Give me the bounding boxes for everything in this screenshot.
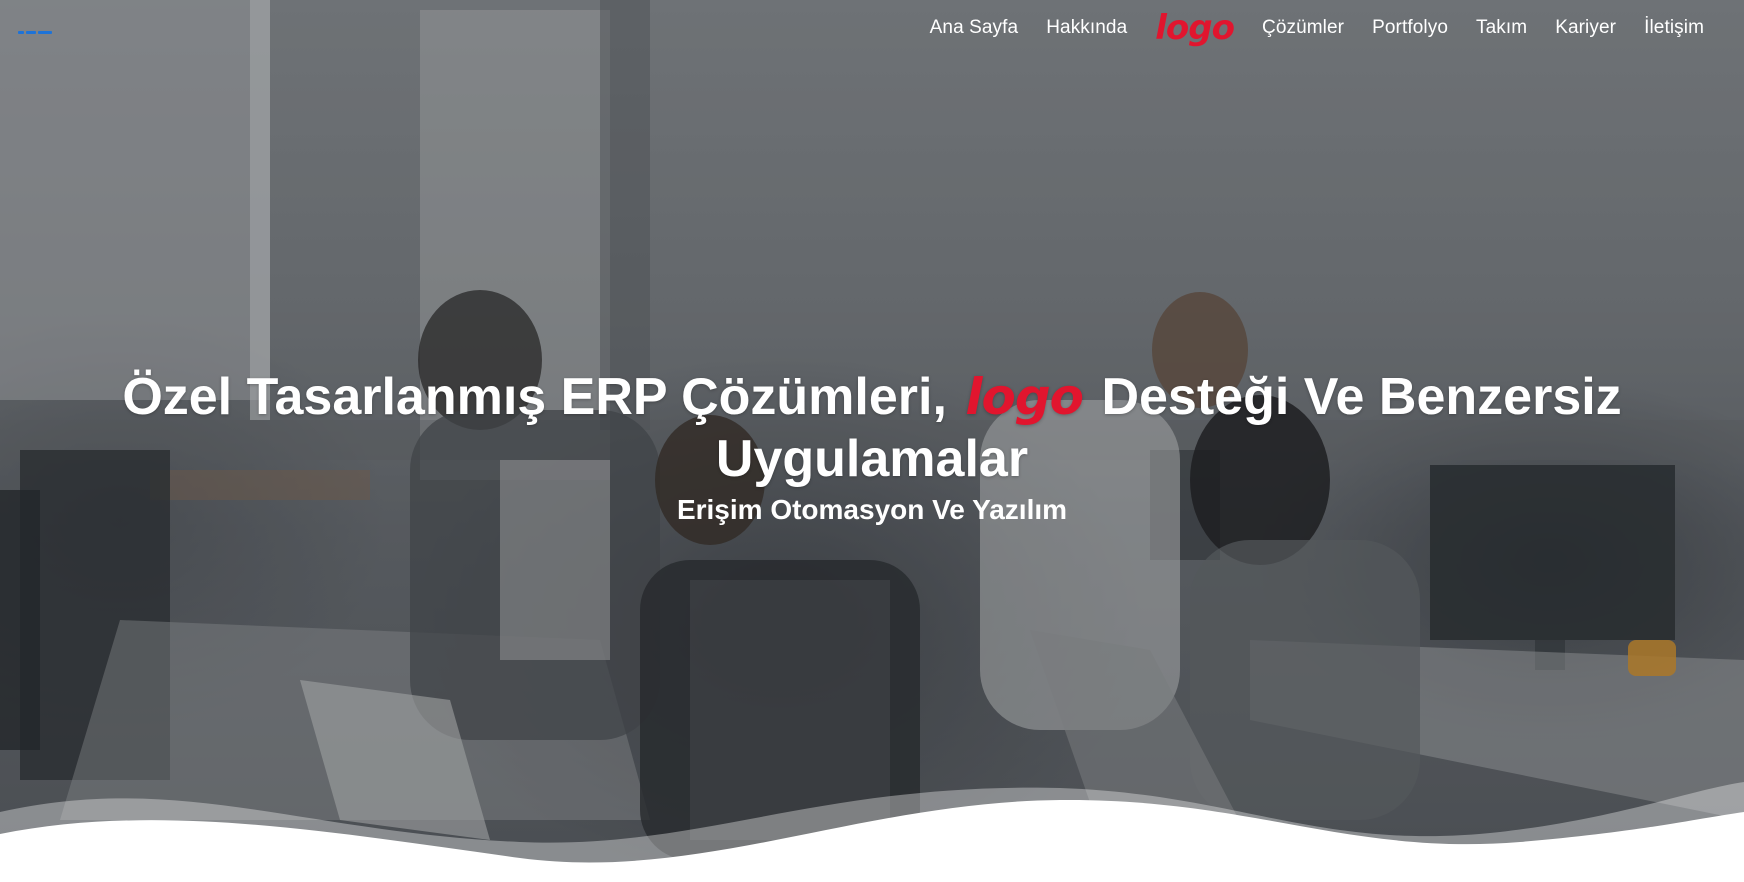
nav-item-portfolyo[interactable]: Portfolyo <box>1372 17 1448 39</box>
hero-title-part2: Desteği Ve Benzersiz <box>1101 368 1622 426</box>
brand-mark-icon <box>18 30 24 34</box>
nav-item-cozumler[interactable]: Çözümler <box>1262 17 1344 39</box>
bottom-wave-divider <box>0 782 1744 882</box>
hero-title-part3: Uygulamalar <box>715 430 1029 488</box>
hero-logo-icon: logo <box>965 368 1084 426</box>
main-nav: Ana Sayfa Hakkında logo Çözümler Portfol… <box>902 8 1704 48</box>
brand-mark-bar <box>26 30 36 34</box>
hero-title: Özel Tasarlanmış ERP Çözümleri, logo Des… <box>100 366 1644 490</box>
hero-section: Ana Sayfa Hakkında logo Çözümler Portfol… <box>0 0 1744 882</box>
nav-item-hakkinda[interactable]: Hakkında <box>1046 17 1127 39</box>
logo-icon: logo <box>1155 8 1235 48</box>
brand-mark-bar <box>38 30 52 34</box>
nav-item-iletisim[interactable]: İletişim <box>1644 17 1704 39</box>
nav-item-ana-sayfa[interactable]: Ana Sayfa <box>930 17 1019 39</box>
hero-subtitle: Erişim Otomasyon Ve Yazılım <box>676 494 1068 525</box>
nav-logo-link[interactable]: logo <box>1155 8 1235 48</box>
hero-title-part1: Özel Tasarlanmış ERP Çözümleri, <box>122 368 947 426</box>
nav-item-takim[interactable]: Takım <box>1476 17 1527 39</box>
nav-item-kariyer[interactable]: Kariyer <box>1555 17 1616 39</box>
site-logo[interactable] <box>18 28 54 36</box>
